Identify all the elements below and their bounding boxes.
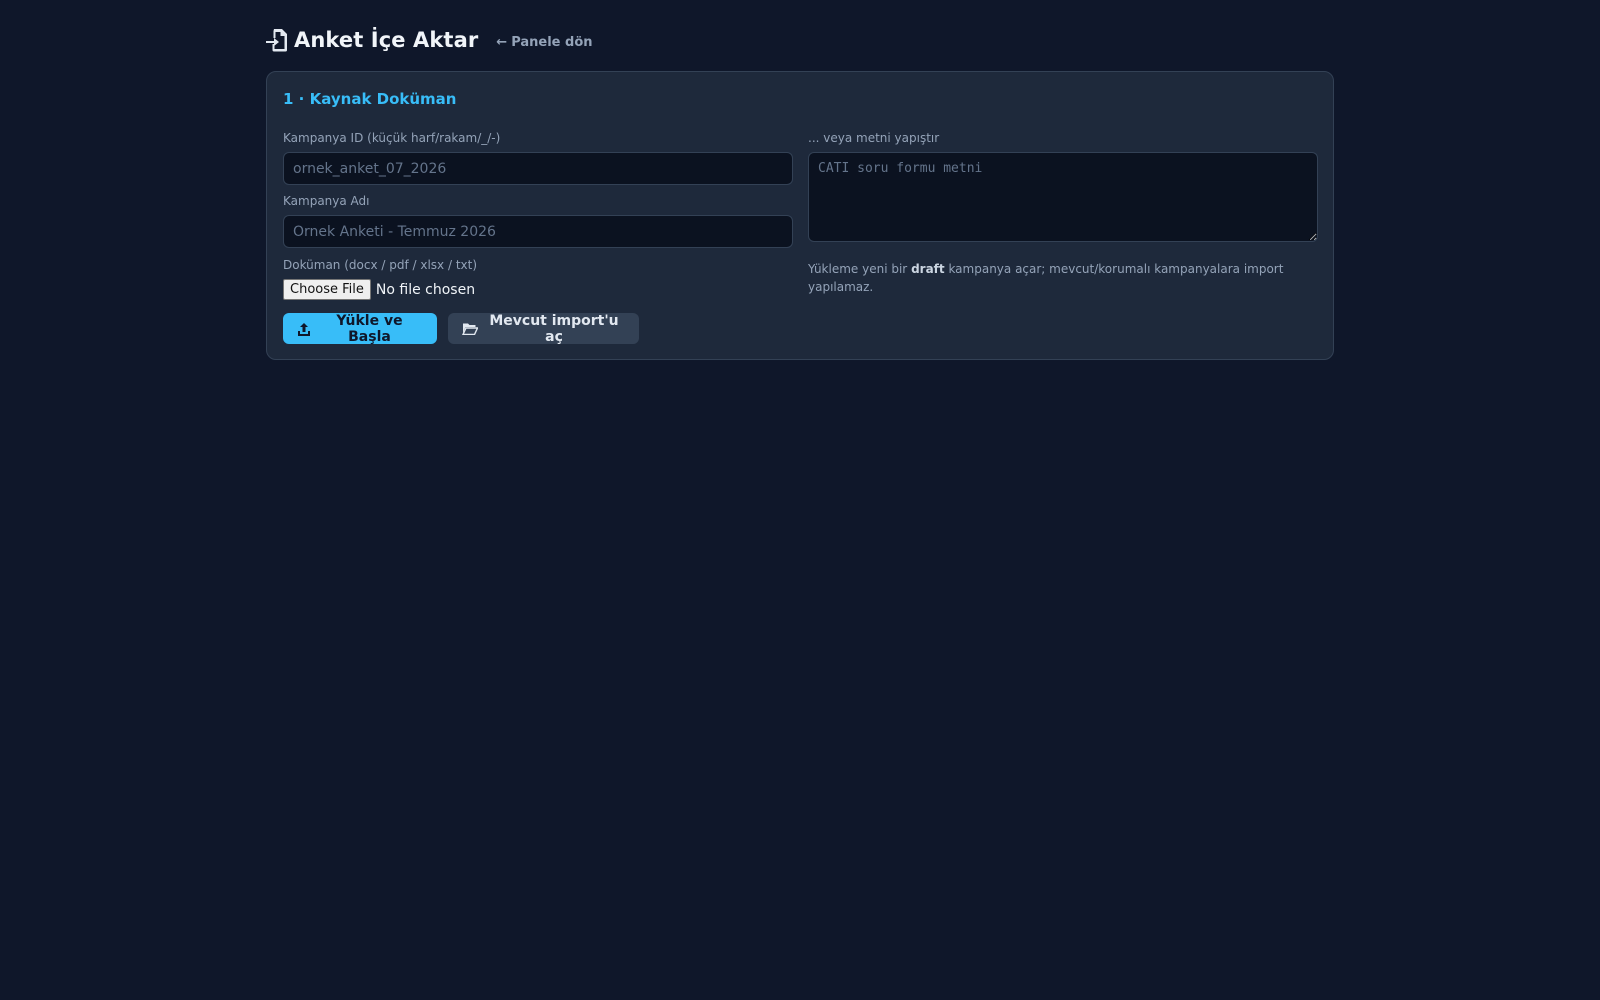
back-link-label: Panele dön (511, 34, 593, 50)
note-text-start: Yükleme yeni bir (808, 262, 912, 276)
choose-file-button[interactable]: Choose File (283, 279, 371, 300)
page-title: Anket İçe Aktar (294, 28, 479, 52)
file-import-icon (266, 28, 288, 52)
card-title: 1 · Kaynak Doküman (283, 90, 457, 108)
arrow-left-icon: ← (496, 34, 508, 50)
campaign-name-label: Kampanya Adı (283, 194, 370, 208)
file-picker: Choose File No file chosen (283, 279, 475, 300)
source-document-card: 1 · Kaynak Doküman Kampanya ID (küçük ha… (266, 71, 1334, 360)
paste-text-label: ... veya metni yapıştır (808, 131, 940, 145)
import-note: Yükleme yeni bir draft kampanya açar; me… (808, 260, 1308, 296)
campaign-id-input[interactable] (283, 152, 793, 185)
campaign-id-label: Kampanya ID (küçük harf/rakam/_/-) (283, 131, 501, 145)
open-existing-import-button[interactable]: Mevcut import'u aç (448, 312, 639, 345)
file-status-text: No file chosen (375, 281, 476, 298)
page-header: Anket İçe Aktar ← Panele dön (266, 0, 1334, 80)
upload-icon (297, 322, 311, 336)
paste-text-area[interactable] (808, 152, 1318, 242)
folder-open-icon (462, 322, 478, 335)
page: Anket İçe Aktar ← Panele dön 1 · Kaynak … (266, 0, 1334, 360)
open-existing-label: Mevcut import'u aç (489, 312, 619, 345)
document-label: Doküman (docx / pdf / xlsx / txt) (283, 258, 478, 272)
campaign-name-input[interactable] (283, 215, 793, 248)
back-to-panel-link[interactable]: ← Panele dön (496, 35, 592, 50)
note-draft-emphasis: draft (911, 262, 945, 276)
upload-and-start-button[interactable]: Yükle ve Başla (283, 312, 437, 345)
upload-button-label: Yükle ve Başla (336, 312, 403, 345)
